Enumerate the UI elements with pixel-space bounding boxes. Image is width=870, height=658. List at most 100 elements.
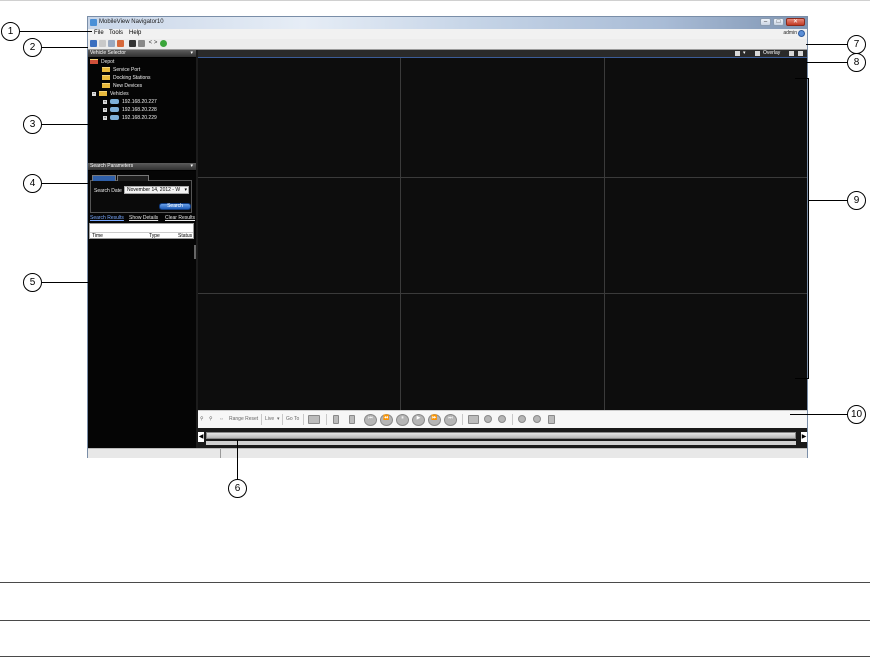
callout-2: 2 — [23, 38, 42, 57]
document-rule — [0, 656, 870, 657]
tree-item-vehicle[interactable]: +192.168.20.229 — [103, 115, 157, 122]
edit-icon[interactable] — [117, 40, 124, 47]
play-icon[interactable]: ▶ — [412, 414, 425, 426]
show-details-link[interactable]: Show Details — [129, 215, 158, 222]
overlay-checkbox[interactable] — [755, 51, 760, 56]
clip-icon[interactable] — [129, 40, 136, 47]
zoom-out-icon[interactable]: ⚲ — [209, 416, 213, 423]
column-time[interactable]: Time — [92, 233, 103, 240]
print-icon[interactable] — [108, 40, 115, 47]
callout-4: 4 — [23, 174, 42, 193]
link-icon[interactable]: < > — [148, 40, 158, 47]
callout-leader — [42, 282, 90, 283]
skip-back-icon[interactable]: ⏮ — [364, 414, 377, 426]
tree-item-vehicle[interactable]: +192.168.20.228 — [103, 107, 157, 114]
callout-leader — [237, 440, 238, 479]
callout-bracket — [795, 78, 809, 379]
chevron-down-icon[interactable]: ▾ — [277, 416, 280, 423]
tree-item-vehicle[interactable]: +192.168.20.227 — [103, 99, 157, 106]
zoom-in-icon[interactable]: ⚲ — [200, 416, 204, 423]
left-panel: Vehicle Selector ▾ Depot Service Port Do… — [88, 50, 196, 458]
status-divider — [220, 449, 221, 458]
tree-item-depot[interactable]: Depot — [90, 59, 114, 66]
expand-icon[interactable]: + — [103, 99, 107, 104]
pause-icon[interactable]: ⏸ — [396, 414, 409, 426]
window-title: MobileView Navigator10 — [99, 19, 164, 25]
menu-tools[interactable]: Tools — [109, 30, 123, 36]
fast-forward-icon[interactable]: ⏩ — [428, 414, 441, 426]
video-top-bar: ▾ Overlay — [198, 50, 807, 58]
chevron-down-icon[interactable]: ▾ — [190, 163, 193, 170]
callout-leader — [806, 44, 847, 45]
separator — [326, 414, 327, 425]
folder-icon — [102, 67, 110, 73]
range-icon[interactable]: ⇔ — [219, 416, 224, 423]
tree-item-vehicles[interactable]: − Vehicles — [92, 91, 129, 98]
collapse-icon[interactable]: − — [92, 91, 96, 96]
menu-help[interactable]: Help — [129, 30, 141, 36]
rewind-icon[interactable]: ⏪ — [380, 414, 393, 426]
callout-leader — [42, 183, 90, 184]
vehicle-selector-header[interactable]: Vehicle Selector ▾ — [88, 50, 196, 58]
tree-item-service-port[interactable]: Service Port — [102, 67, 140, 74]
fullscreen-icon[interactable] — [789, 51, 794, 56]
volume-icon[interactable] — [349, 415, 355, 424]
timeline[interactable]: ◀ ▶ — [198, 428, 807, 448]
info-icon[interactable] — [533, 415, 541, 423]
callout-3: 3 — [23, 115, 42, 134]
callout-leader — [806, 62, 847, 63]
tab-simple[interactable] — [92, 175, 116, 181]
search-button[interactable]: Search — [159, 203, 191, 210]
maximize-button[interactable]: □ — [773, 18, 784, 26]
delete-icon[interactable] — [548, 415, 555, 424]
tree-label-service-port: Service Port — [113, 67, 141, 73]
expand-icon[interactable]: + — [103, 115, 107, 120]
bookmark-icon[interactable] — [518, 415, 526, 423]
search-parameters-header[interactable]: Search Parameters ▾ — [88, 163, 196, 171]
clear-results-link[interactable]: Clear Results — [165, 215, 195, 222]
expand-icon[interactable]: + — [103, 107, 107, 112]
panel-splitter[interactable] — [194, 245, 196, 259]
separator — [512, 414, 513, 425]
tree-item-new-devices[interactable]: New Devices — [102, 83, 142, 90]
archive-icon[interactable] — [498, 415, 506, 423]
chevron-down-icon[interactable]: ▾ — [743, 51, 748, 56]
close-video-icon[interactable] — [798, 51, 803, 56]
tab-advanced[interactable] — [117, 175, 149, 181]
range-reset-button[interactable]: Range Reset — [229, 416, 258, 423]
minimize-button[interactable]: – — [760, 18, 771, 26]
connect-icon[interactable] — [160, 40, 167, 47]
skip-forward-icon[interactable]: ⏭ — [444, 414, 457, 426]
close-button[interactable]: ✕ — [786, 18, 805, 26]
column-type[interactable]: Type — [149, 233, 160, 240]
settings-icon[interactable] — [138, 40, 145, 47]
search-date-select[interactable]: November 14, 2012 - W ▾ — [124, 186, 189, 194]
user-icon[interactable] — [798, 30, 805, 37]
save-icon[interactable] — [90, 40, 97, 47]
timeline-track[interactable] — [206, 432, 796, 439]
separator — [303, 414, 304, 425]
live-dropdown[interactable]: Live — [265, 416, 274, 423]
timeline-scroll-left-icon[interactable]: ◀ — [198, 432, 204, 442]
video-grid-divider — [400, 58, 401, 410]
snapshot-icon[interactable] — [468, 415, 479, 424]
sync-icon[interactable] — [308, 415, 320, 424]
go-to-button[interactable]: Go To — [286, 416, 299, 423]
vehicle-icon — [110, 107, 119, 113]
speaker-icon[interactable] — [333, 415, 339, 424]
menu-file[interactable]: File — [94, 30, 104, 36]
vehicle-icon — [110, 115, 119, 121]
layout-grid-icon[interactable] — [735, 51, 740, 56]
timeline-scroll-right-icon[interactable]: ▶ — [801, 432, 807, 442]
tree-item-docking-stations[interactable]: Docking Stations — [102, 75, 151, 82]
timeline-scrollbar[interactable] — [206, 441, 796, 445]
search-results-link[interactable]: Search Results — [90, 215, 124, 222]
chevron-down-icon[interactable]: ▾ — [190, 50, 193, 57]
list-icon[interactable] — [99, 40, 106, 47]
tree-label-vehicles: Vehicles — [110, 91, 129, 97]
callout-leader — [790, 414, 847, 415]
page-top-rule — [0, 0, 870, 1]
column-status[interactable]: Status — [178, 233, 192, 240]
separator — [282, 414, 283, 425]
export-icon[interactable] — [484, 415, 492, 423]
